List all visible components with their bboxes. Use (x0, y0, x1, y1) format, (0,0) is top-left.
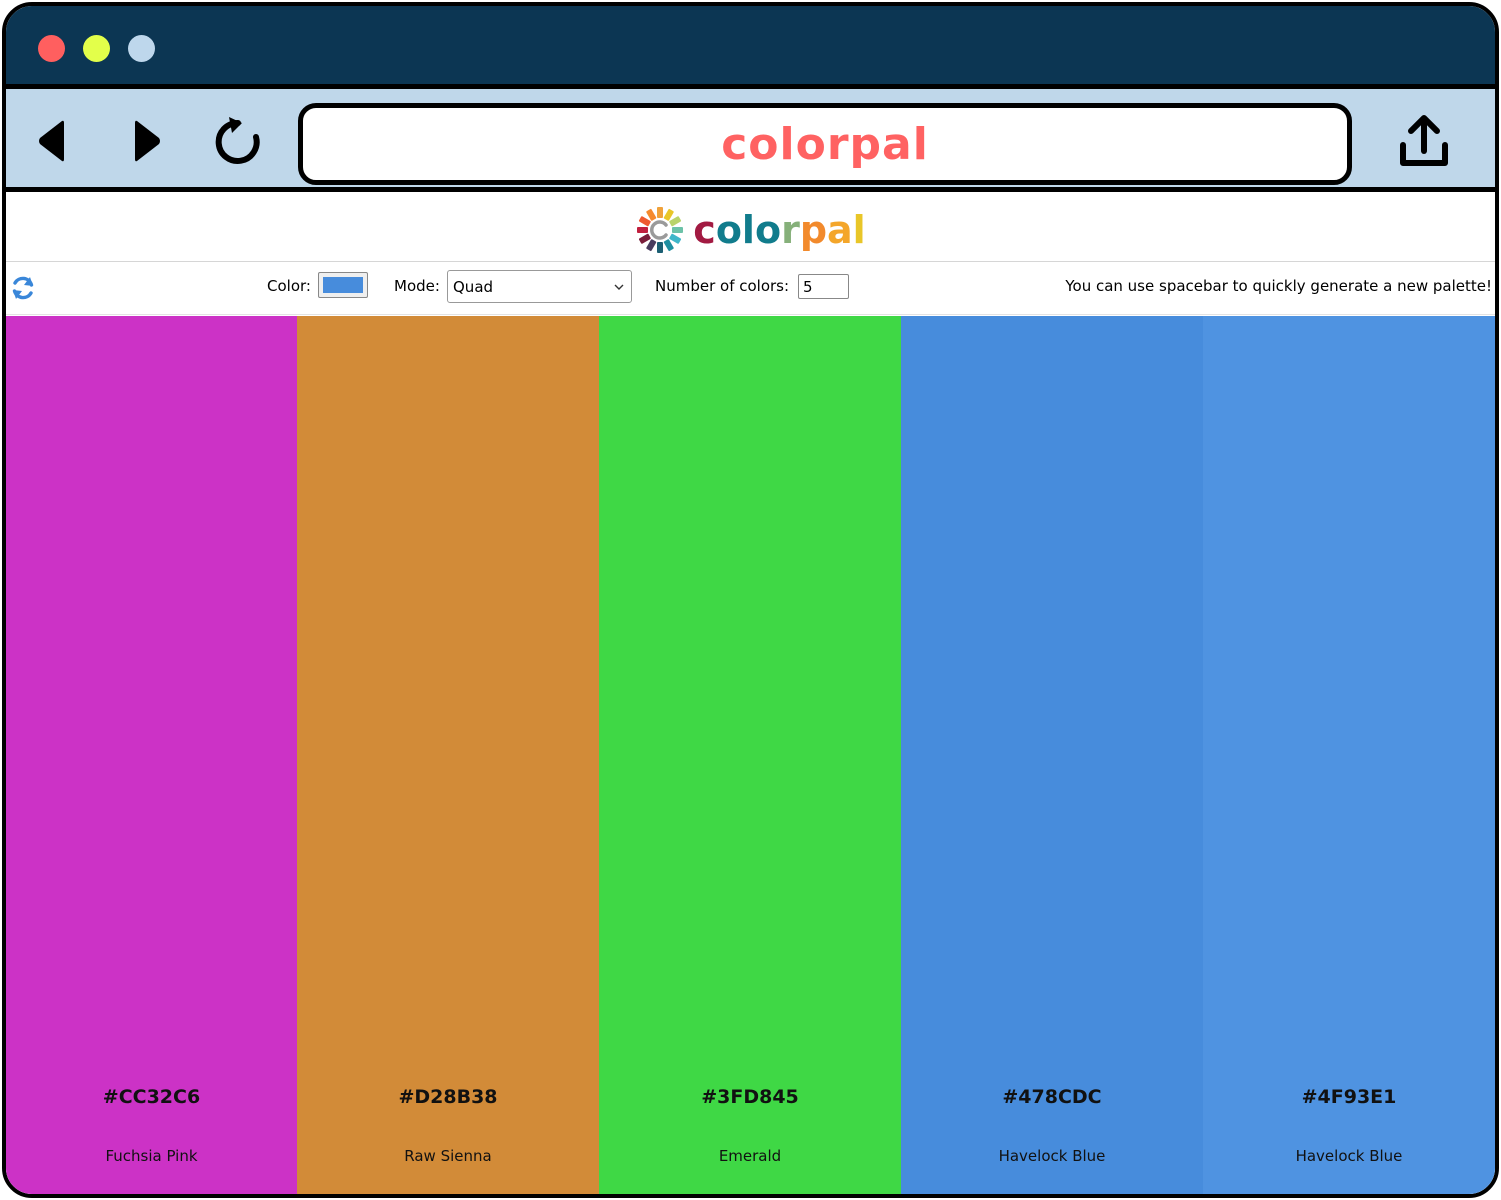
swatch-hex[interactable]: #478CDC (901, 1086, 1203, 1108)
swatch-color-name: Raw Sienna (404, 1147, 492, 1165)
swatch-color-name: Emerald (718, 1147, 782, 1165)
logo-letter: a (827, 207, 853, 252)
minimize-window-dot[interactable] (83, 35, 110, 62)
base-color-picker[interactable] (318, 272, 368, 298)
palette-controls: Color: Mode: Quad Number of colors: 5 Yo… (6, 262, 1495, 315)
swatch-color-name: Fuchsia Pink (105, 1147, 198, 1165)
chevron-down-icon (614, 284, 624, 290)
url-text: colorpal (721, 118, 929, 170)
reload-icon (215, 117, 260, 164)
spacebar-hint: You can use spacebar to quickly generate… (1065, 277, 1492, 295)
mode-label: Mode: (394, 277, 440, 295)
swatch-color-name: Havelock Blue (1295, 1147, 1403, 1165)
logo-letter: l (741, 207, 755, 252)
maximize-window-dot[interactable] (128, 35, 155, 62)
share-button[interactable] (1394, 113, 1454, 169)
swatch-color-name: Havelock Blue (998, 1147, 1106, 1165)
swatch-hex[interactable]: #4F93E1 (1203, 1086, 1495, 1108)
logo-letter: o (754, 207, 782, 252)
back-arrow-icon (39, 120, 64, 162)
logo-letter: r (781, 207, 800, 252)
color-swatch[interactable]: #4F93E1 Havelock Blue (1203, 316, 1495, 1194)
navigation-bar: colorpal (6, 84, 1495, 192)
close-window-dot[interactable] (38, 35, 65, 62)
swatch-hex[interactable]: #CC32C6 (6, 1086, 297, 1108)
number-of-colors-value: 5 (803, 277, 813, 296)
palette: #CC32C6 Fuchsia Pink #D28B38 Raw Sienna … (6, 316, 1495, 1194)
logo-letter: l (852, 207, 866, 252)
reload-button[interactable] (208, 113, 268, 169)
mode-select[interactable]: Quad (447, 270, 632, 303)
mode-selected-value: Quad (453, 277, 494, 296)
number-of-colors-input[interactable]: 5 (798, 274, 849, 299)
app-header: colorpal (6, 198, 1495, 262)
address-bar[interactable]: colorpal (298, 103, 1352, 185)
color-swatch[interactable]: #3FD845 Emerald (599, 316, 901, 1194)
colorpal-app: colorpal Color: Mode: Quad Number of col (6, 198, 1495, 1194)
color-swatch[interactable]: #478CDC Havelock Blue (901, 316, 1203, 1194)
color-swatch[interactable]: #CC32C6 Fuchsia Pink (6, 316, 297, 1194)
logo-letter: o (715, 207, 742, 252)
back-button[interactable] (21, 113, 81, 169)
logo-letter: c (693, 207, 716, 252)
color-label: Color: (267, 277, 311, 295)
forward-arrow-icon (135, 120, 160, 162)
browser-window: colorpal colorpal Color: Mode: Quad Numb… (2, 2, 1499, 1198)
color-wheel-logo-icon (637, 206, 684, 253)
base-color-fill (323, 277, 363, 293)
color-swatch[interactable]: #D28B38 Raw Sienna (297, 316, 599, 1194)
forward-button[interactable] (118, 113, 178, 169)
swatch-hex[interactable]: #3FD845 (599, 1086, 901, 1108)
swatch-hex[interactable]: #D28B38 (297, 1086, 599, 1108)
app-logo-text: colorpal (693, 208, 865, 252)
logo-letter: p (799, 207, 828, 252)
title-bar (6, 6, 1495, 84)
refresh-palette-icon[interactable] (10, 275, 36, 301)
share-icon (1400, 115, 1448, 166)
number-of-colors-label: Number of colors: (655, 277, 790, 295)
